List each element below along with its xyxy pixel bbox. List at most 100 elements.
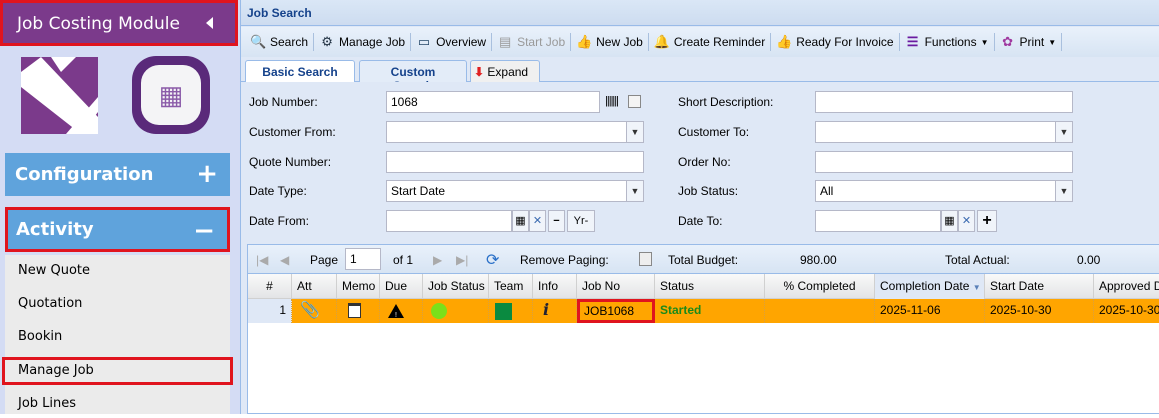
barcode-icon[interactable]: ||||||| [605,95,619,107]
column-header-completion-date[interactable]: Completion Date ▼ [875,274,985,299]
menu-item-new-quote[interactable]: New Quote [5,257,230,285]
short-description-input[interactable] [815,91,1073,113]
menu-item-manage-job[interactable]: Manage Job [2,357,233,385]
column-header-att[interactable]: Att [292,274,337,299]
total-budget-label: Total Budget: [668,253,739,267]
minus-button[interactable]: − [548,210,565,232]
chevron-down-icon: ▼ [980,37,989,47]
module-header[interactable]: Job Costing Module [0,0,238,46]
print-menu-button[interactable]: ✿ Print ▼ [995,34,1062,50]
clear-icon[interactable]: ✕ [958,210,975,232]
quote-number-input[interactable] [386,151,644,173]
menu-item-quotation[interactable]: Quotation [5,290,230,318]
next-page-icon[interactable]: ▶ [433,253,442,267]
functions-menu-button[interactable]: ☰ Functions ▼ [900,34,994,50]
button-label: New Job [596,35,643,49]
plus-button[interactable]: + [977,210,997,232]
collapse-icon[interactable] [206,17,213,29]
customer-to-select[interactable]: ▼ [815,121,1073,143]
page-input[interactable]: 1 [345,248,381,270]
chevron-down-icon[interactable]: ▼ [1055,122,1072,142]
section-activity[interactable]: Activity − [5,207,230,252]
job-status-select[interactable]: All ▼ [815,180,1073,202]
print-icon: ✿ [1002,34,1013,49]
start-job-button[interactable]: ▤ Start Job [492,34,570,50]
chevron-down-icon[interactable]: ▼ [626,122,643,142]
module-title: Job Costing Module [17,14,180,34]
people-gear-icon: ⚙ [321,34,333,49]
customer-from-select[interactable]: ▼ [386,121,644,143]
date-from-label: Date From: [249,214,310,228]
ready-for-invoice-button[interactable]: 👍 Ready For Invoice [771,34,898,50]
new-job-button[interactable]: 👍 New Job [571,34,648,50]
column-header-due[interactable]: Due [380,274,423,299]
calendar-icon[interactable]: ▦ [941,210,958,232]
year-minus-button[interactable]: Yr- [567,210,595,232]
button-label: Search [270,35,309,49]
date-type-select[interactable]: Start Date ▼ [386,180,644,202]
date-from-input[interactable] [386,210,512,232]
job-search-panel: Job Search 🔍 Search ⚙ Manage Job ▭ Overview… [240,0,1159,414]
date-to-input[interactable] [815,210,941,232]
overview-icon: ▭ [417,34,431,49]
clear-icon[interactable]: ✕ [529,210,546,232]
column-header-job-no[interactable]: Job No [577,274,655,299]
order-no-input[interactable] [815,151,1073,173]
job-no-cell[interactable]: JOB1068 [577,299,655,323]
column-header-status[interactable]: Status [655,274,765,299]
create-reminder-button[interactable]: 🔔 Create Reminder [649,34,770,50]
column-header-team[interactable]: Team [489,274,533,299]
column-header-num[interactable]: # [248,274,292,299]
search-button[interactable]: 🔍 Search [245,34,313,50]
column-header-memo[interactable]: Memo [337,274,380,299]
header-label: Completion Date [880,279,970,293]
tab-basic-search[interactable]: Basic Search [245,60,355,82]
column-header-pct-completed[interactable]: % Completed [765,274,875,299]
expand-button[interactable]: ⬇ Expand [470,60,540,82]
prev-page-icon[interactable]: ◀ [280,253,289,267]
status-cell: Started [655,299,765,323]
start-date-cell: 2025-10-30 [985,299,1094,323]
approved-date-cell: 2025-10-30 [1094,299,1159,323]
order-no-label: Order No: [678,155,731,169]
overview-button[interactable]: ▭ Overview [411,34,491,50]
calendar-icon[interactable]: ▦ [512,210,529,232]
info-icon[interactable]: i [533,299,577,323]
manage-job-button[interactable]: ⚙ Manage Job [314,34,410,50]
row-number: 1 [248,299,292,323]
memo-icon[interactable] [337,299,380,323]
job-number-input[interactable]: 1068 [386,91,600,113]
date-type-label: Date Type: [249,184,307,198]
column-header-start-date[interactable]: Start Date [985,274,1094,299]
job-number-checkbox[interactable] [628,95,641,108]
paperclip-icon[interactable]: 📎 [292,299,337,323]
calculator-app-icon[interactable]: ▦ [132,56,210,134]
paging-toolbar: |◀ ◀ Page 1 of 1 ▶ ▶| ⟳ Remove Paging: T… [248,245,1159,274]
section-configuration[interactable]: Configuration + [5,153,230,196]
completion-date-cell: 2025-11-06 [875,299,985,323]
first-page-icon[interactable]: |◀ [256,253,268,267]
refresh-icon[interactable]: ⟳ [486,250,499,270]
column-header-approved-date[interactable]: Approved D [1094,274,1159,299]
button-label: Expand [487,65,529,79]
expand-icon[interactable]: + [196,159,218,189]
column-header-job-status[interactable]: Job Status [423,274,489,299]
collapse-icon[interactable]: − [193,216,215,246]
table-row[interactable]: 1 📎 ! i JOB1068 Started 2025-11-06 2025-… [248,299,1159,323]
page-label: Page [310,253,339,267]
job-grid: |◀ ◀ Page 1 of 1 ▶ ▶| ⟳ Remove Paging: T… [247,244,1159,414]
column-header-info[interactable]: Info [533,274,577,299]
chevron-down-icon[interactable]: ▼ [626,181,643,201]
job-number-label: Job Number: [249,95,318,109]
customer-from-label: Customer From: [249,125,336,139]
remove-paging-checkbox[interactable] [639,252,652,266]
tab-custom-search[interactable]: Custom Search [359,60,467,93]
last-page-icon[interactable]: ▶| [456,253,468,267]
button-label: Overview [436,35,487,49]
chevron-down-icon[interactable]: ▼ [1055,181,1072,201]
team-indicator [489,299,533,323]
short-description-label: Short Description: [678,95,774,109]
panel-title: Job Search [241,0,1159,26]
select-value: All [820,184,834,198]
menu-item-bookin[interactable]: Bookin [5,323,230,351]
